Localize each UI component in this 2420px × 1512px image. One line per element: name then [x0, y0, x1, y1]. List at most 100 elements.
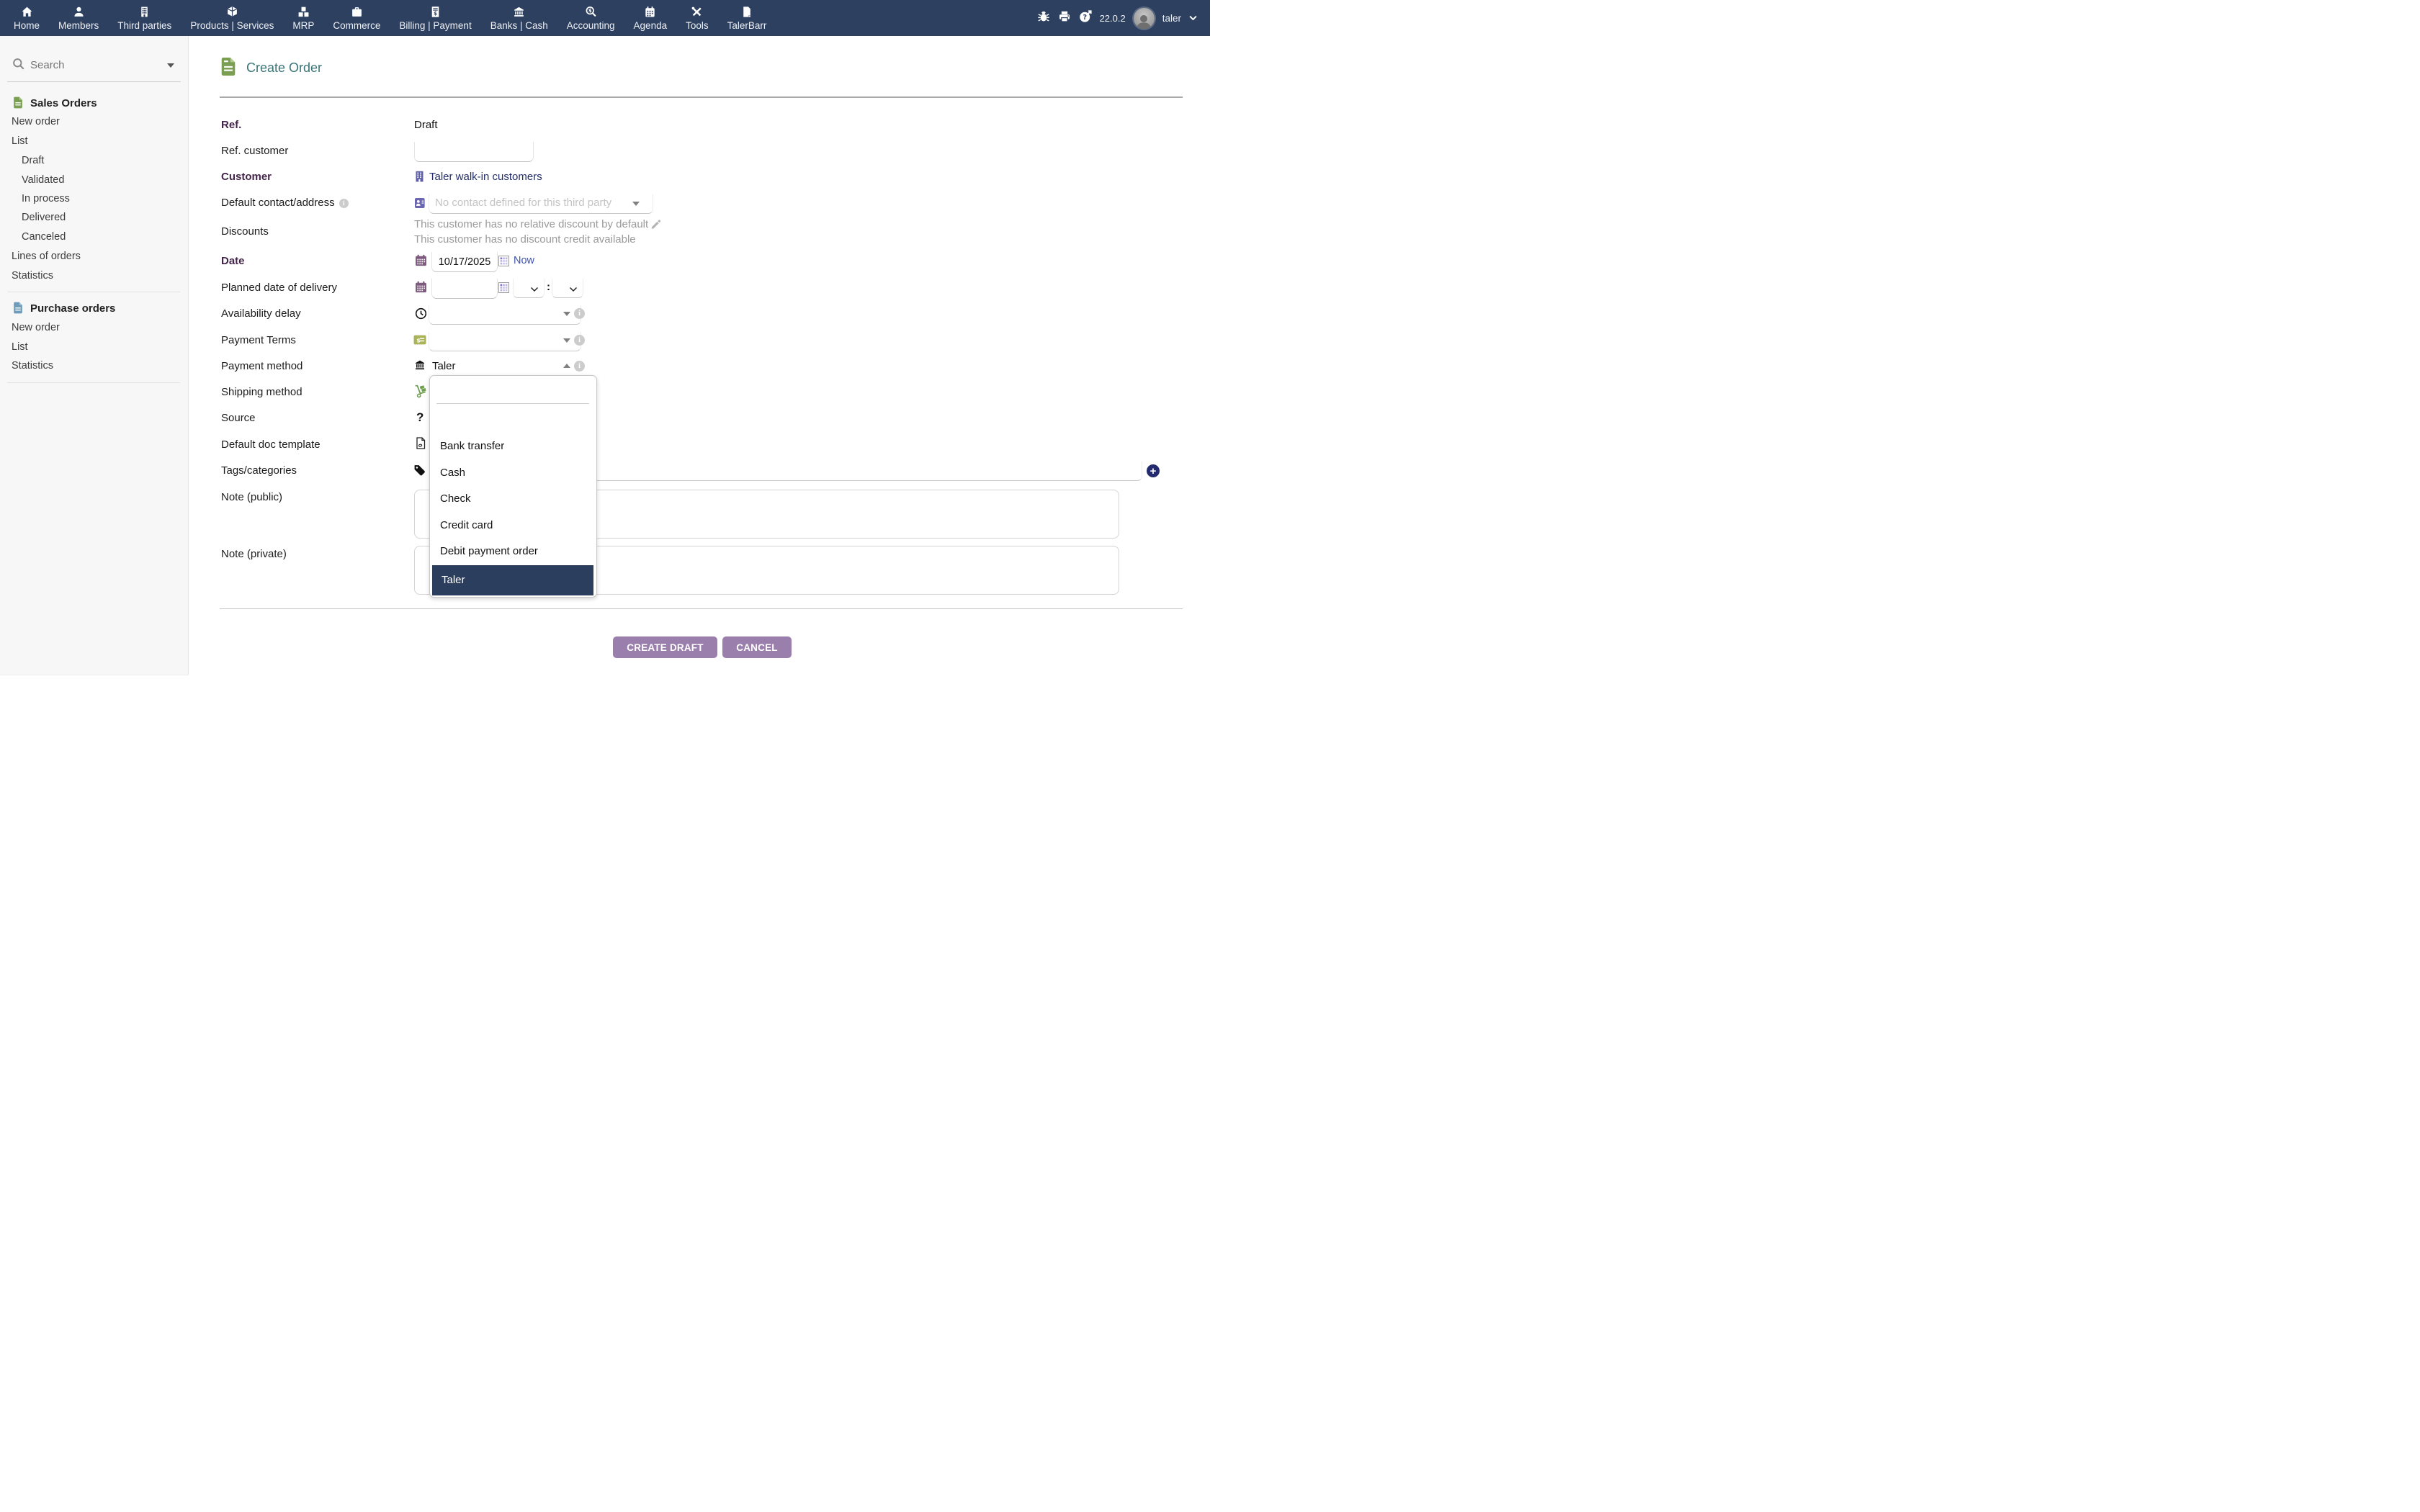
discounts-line1-text: This customer has no relative discount b… — [414, 218, 648, 230]
dropdown-option-empty[interactable] — [431, 408, 595, 433]
menu-billing-label: Billing | Payment — [399, 20, 471, 31]
date-now-link[interactable]: Now — [514, 255, 534, 266]
menu-billing-payment[interactable]: $ Billing | Payment — [390, 0, 480, 36]
contact-label-text: Default contact/address — [221, 197, 335, 209]
dropdown-option-cash[interactable]: Cash — [431, 460, 595, 486]
bug-report-icon[interactable] — [1037, 10, 1050, 27]
dropdown-option-bank-transfer[interactable]: Bank transfer — [431, 433, 595, 459]
tag-icon — [413, 464, 426, 480]
sidebar-item-new-order[interactable]: New order — [12, 116, 60, 127]
shipping-method-label: Shipping method — [221, 386, 302, 398]
menu-agenda[interactable]: Agenda — [624, 0, 677, 36]
delivery-minute-select[interactable] — [552, 279, 583, 298]
sidebar-item-po-statistics[interactable]: Statistics — [12, 360, 53, 372]
title-divider — [220, 96, 1183, 98]
sidebar-item-validated[interactable]: Validated — [22, 174, 64, 186]
svg-text:$: $ — [588, 8, 591, 14]
payment-method-search-input[interactable] — [437, 380, 584, 400]
add-tag-button[interactable]: + — [1147, 464, 1160, 477]
members-icon — [73, 6, 85, 18]
payment-terms-label: Payment Terms — [221, 334, 296, 346]
contact-select-caret-icon[interactable] — [632, 202, 640, 206]
payment-method-dropdown: Bank transfer Cash Check Credit card Deb… — [429, 375, 597, 598]
create-order-doc-icon — [220, 57, 236, 80]
menu-home[interactable]: Home — [4, 0, 49, 36]
menu-banks-cash[interactable]: Banks | Cash — [481, 0, 557, 36]
menu-mrp[interactable]: MRP — [283, 0, 323, 36]
svg-text:?: ? — [1083, 13, 1087, 21]
agenda-calendar-icon — [644, 6, 656, 18]
cancel-button[interactable]: CANCEL — [722, 636, 792, 658]
user-avatar[interactable] — [1134, 8, 1155, 29]
payment-method-caret-up-icon[interactable] — [563, 364, 570, 368]
contact-label: Default contact/address i — [221, 197, 349, 209]
menu-talerbarr[interactable]: TalerBarr — [718, 0, 776, 36]
payment-terms-info-icon[interactable]: i — [574, 335, 585, 346]
datepicker-button-icon[interactable] — [498, 282, 509, 297]
menu-tools[interactable]: Tools — [676, 0, 718, 36]
company-building-icon — [415, 171, 424, 186]
search-caret-icon[interactable] — [167, 63, 174, 68]
sidebar-section-sales-orders[interactable]: Sales Orders — [30, 97, 97, 109]
form-bottom-divider — [220, 608, 1183, 609]
availability-info-icon[interactable]: i — [574, 308, 585, 319]
dropdown-option-check[interactable]: Check — [431, 486, 595, 512]
sidebar-item-list[interactable]: List — [12, 135, 28, 147]
left-menu: Sales Orders New order List Draft Valida… — [0, 36, 189, 675]
commerce-briefcase-icon — [351, 6, 363, 18]
chevron-down-icon[interactable] — [1189, 12, 1197, 24]
user-menu[interactable]: taler — [1162, 13, 1181, 24]
contact-info-icon[interactable]: i — [339, 199, 349, 208]
availability-delay-select[interactable] — [429, 305, 581, 325]
delivery-hour-select[interactable] — [513, 279, 544, 298]
menu-mrp-label: MRP — [292, 20, 314, 31]
menu-commerce[interactable]: Commerce — [323, 0, 390, 36]
ref-value: Draft — [414, 119, 438, 131]
dropdown-option-taler-selected[interactable]: Taler — [432, 565, 593, 595]
home-icon — [21, 6, 33, 18]
date-input[interactable] — [431, 252, 498, 272]
tags-label: Tags/categories — [221, 464, 297, 477]
payment-method-value[interactable]: Taler — [432, 360, 456, 372]
menu-third-parties[interactable]: Third parties — [108, 0, 181, 36]
calendar-icon — [415, 254, 427, 270]
print-icon[interactable] — [1058, 10, 1071, 27]
search-icon — [12, 58, 25, 74]
payment-method-info-icon[interactable]: i — [574, 361, 585, 372]
sidebar-section-purchase-orders[interactable]: Purchase orders — [30, 302, 115, 315]
menu-members[interactable]: Members — [49, 0, 108, 36]
customer-label: Customer — [221, 171, 272, 183]
note-private-label: Note (private) — [221, 548, 287, 560]
menu-third-parties-label: Third parties — [117, 20, 171, 31]
sidebar-item-delivered[interactable]: Delivered — [22, 212, 66, 223]
planned-delivery-date-input[interactable] — [431, 279, 498, 299]
menu-accounting[interactable]: $ Accounting — [557, 0, 624, 36]
sidebar-item-po-new-order[interactable]: New order — [12, 322, 60, 333]
sidebar-item-lines-of-orders[interactable]: Lines of orders — [12, 251, 81, 262]
dropdown-option-credit-card[interactable]: Credit card — [431, 513, 595, 539]
datepicker-button-icon[interactable] — [498, 256, 509, 270]
minute-select-chevron-icon — [569, 283, 578, 296]
search-input[interactable] — [29, 58, 154, 72]
source-label: Source — [221, 412, 256, 424]
main-menu: Home Members Third parties Products | Se… — [0, 0, 776, 36]
create-draft-button[interactable]: CREATE DRAFT — [613, 636, 717, 658]
sidebar-item-statistics[interactable]: Statistics — [12, 270, 53, 282]
menu-members-label: Members — [58, 20, 99, 31]
help-icon[interactable]: ? — [1079, 10, 1092, 27]
menu-products-services[interactable]: Products | Services — [181, 0, 283, 36]
sidebar-item-canceled[interactable]: Canceled — [22, 231, 66, 243]
availability-select-caret-icon — [563, 312, 570, 316]
products-cube-icon — [226, 6, 238, 18]
dropdown-option-debit-payment-order[interactable]: Debit payment order — [431, 539, 595, 564]
payment-terms-select[interactable] — [429, 332, 581, 351]
customer-link[interactable]: Taler walk-in customers — [429, 171, 542, 183]
ref-customer-input[interactable] — [414, 142, 534, 162]
time-separator: : — [547, 281, 550, 293]
planned-delivery-label: Planned date of delivery — [221, 282, 337, 294]
menu-products-label: Products | Services — [190, 20, 274, 31]
sidebar-item-in-process[interactable]: In process — [22, 193, 70, 204]
sidebar-item-draft[interactable]: Draft — [22, 155, 44, 166]
edit-pencil-icon[interactable] — [651, 219, 661, 232]
sidebar-item-po-list[interactable]: List — [12, 341, 28, 353]
